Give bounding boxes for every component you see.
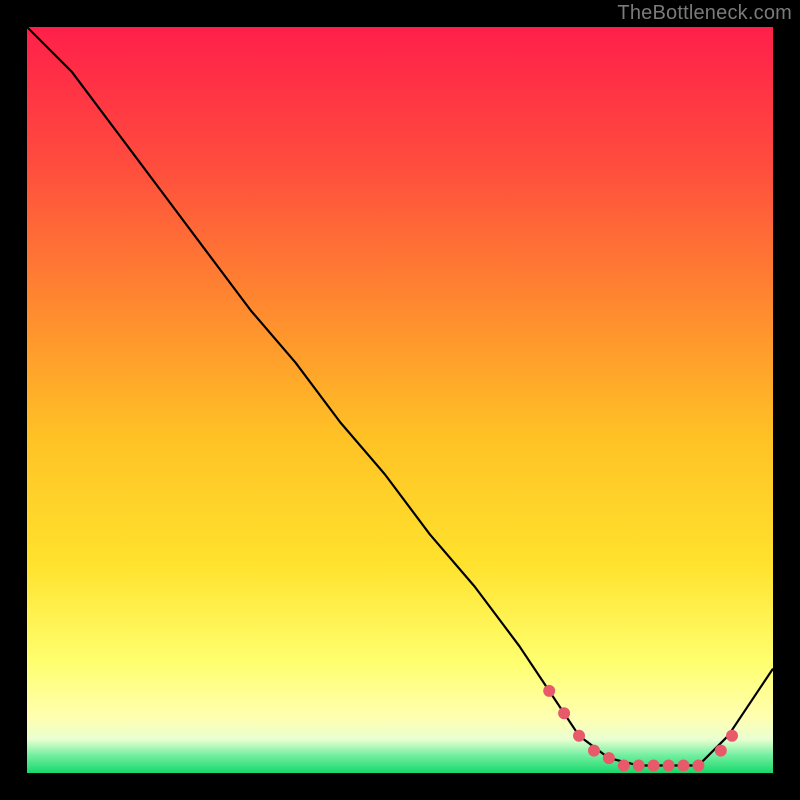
- valley-dot: [633, 760, 645, 772]
- valley-dot: [692, 760, 704, 772]
- bottleneck-chart: [0, 0, 800, 800]
- valley-dot: [573, 730, 585, 742]
- valley-dot: [678, 760, 690, 772]
- valley-dot: [648, 760, 660, 772]
- valley-dot: [618, 760, 630, 772]
- chart-gradient-background: [27, 27, 773, 773]
- chart-frame: TheBottleneck.com: [0, 0, 800, 800]
- valley-dot: [663, 760, 675, 772]
- watermark-text: TheBottleneck.com: [617, 2, 792, 25]
- valley-dot: [543, 685, 555, 697]
- valley-dot: [558, 707, 570, 719]
- valley-dot: [588, 745, 600, 757]
- valley-dot: [726, 730, 738, 742]
- valley-dot: [715, 745, 727, 757]
- valley-dot: [603, 752, 615, 764]
